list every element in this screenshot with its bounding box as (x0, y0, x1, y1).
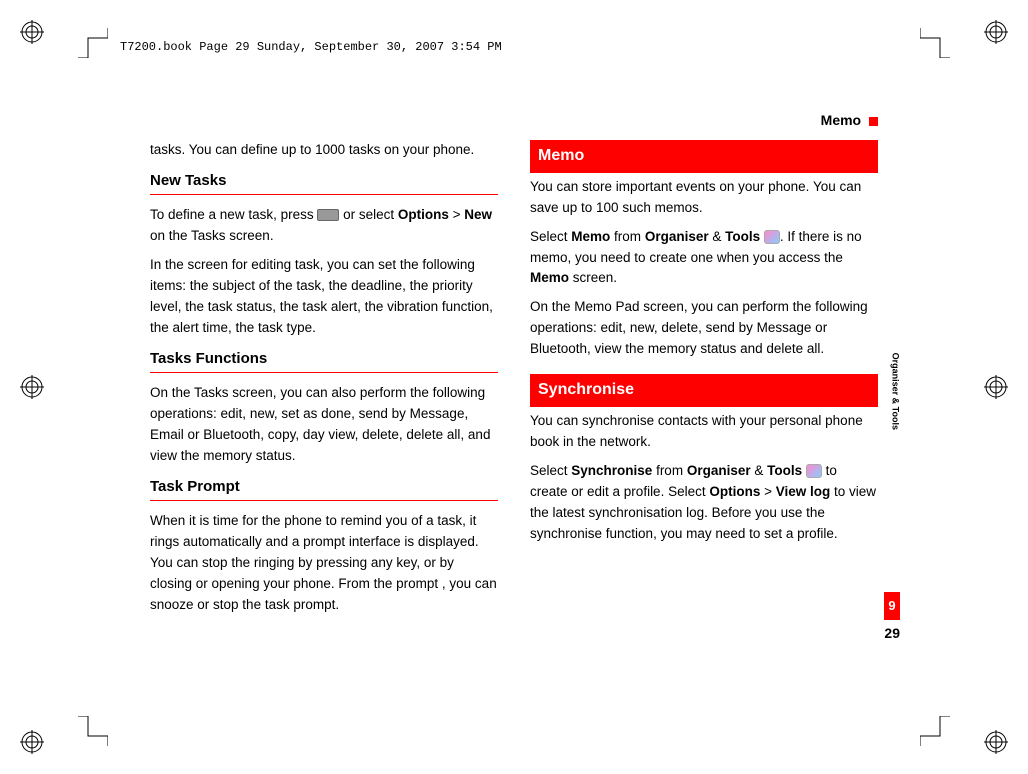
side-chapter-label: Organiser & Tools (890, 353, 900, 430)
registration-mark-icon (20, 20, 44, 44)
key-icon (317, 209, 339, 221)
crop-mark-icon (920, 716, 950, 746)
column-left: tasks. You can define up to 1000 tasks o… (150, 140, 498, 624)
body-text: You can store important events on your p… (530, 177, 878, 219)
tools-icon (764, 230, 780, 244)
running-head-text: Memo (821, 112, 861, 128)
body-text: When it is time for the phone to remind … (150, 511, 498, 616)
body-text: Select Synchronise from Organiser & Tool… (530, 461, 878, 545)
crop-mark-icon (920, 28, 950, 58)
header-square-icon (869, 117, 878, 126)
body-text: In the screen for editing task, you can … (150, 255, 498, 339)
column-right: Memo You can store important events on y… (530, 140, 878, 624)
section-bar-synchronise: Synchronise (530, 374, 878, 407)
body-text: Select Memo from Organiser & Tools . If … (530, 227, 878, 290)
heading-rule (150, 372, 498, 373)
page-content: tasks. You can define up to 1000 tasks o… (150, 140, 878, 624)
heading-tasks-functions: Tasks Functions (150, 347, 498, 370)
body-text: To define a new task, press or select Op… (150, 205, 498, 247)
crop-mark-icon (78, 28, 108, 58)
heading-task-prompt: Task Prompt (150, 475, 498, 498)
running-head: Memo (821, 112, 878, 128)
body-text: tasks. You can define up to 1000 tasks o… (150, 140, 498, 161)
heading-new-tasks: New Tasks (150, 169, 498, 192)
body-text: You can synchronise contacts with your p… (530, 411, 878, 453)
crop-mark-icon (78, 716, 108, 746)
heading-rule (150, 500, 498, 501)
registration-mark-icon (984, 375, 1008, 399)
section-bar-memo: Memo (530, 140, 878, 173)
registration-mark-icon (20, 730, 44, 754)
print-header-line: T7200.book Page 29 Sunday, September 30,… (120, 40, 502, 54)
body-text: On the Memo Pad screen, you can perform … (530, 297, 878, 360)
heading-rule (150, 194, 498, 195)
registration-mark-icon (984, 730, 1008, 754)
body-text: On the Tasks screen, you can also perfor… (150, 383, 498, 467)
side-chapter-tab: 9 (884, 592, 900, 620)
registration-mark-icon (20, 375, 44, 399)
tools-icon (806, 464, 822, 478)
page-number: 29 (884, 625, 900, 641)
registration-mark-icon (984, 20, 1008, 44)
